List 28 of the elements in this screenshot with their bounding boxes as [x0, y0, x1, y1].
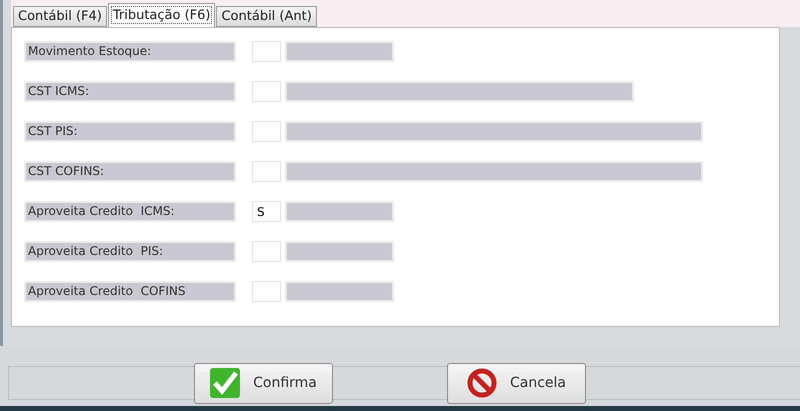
- code-field[interactable]: S: [252, 201, 281, 222]
- description-field[interactable]: [285, 241, 394, 262]
- description-field[interactable]: [285, 41, 394, 62]
- checkmark-icon: [209, 367, 242, 399]
- field-label: Aproveita Credito COFINS: [24, 281, 236, 302]
- description-field[interactable]: [285, 201, 394, 222]
- code-field[interactable]: [252, 81, 281, 102]
- code-field[interactable]: [252, 121, 281, 142]
- description-field[interactable]: [285, 281, 394, 302]
- code-field[interactable]: [252, 241, 281, 262]
- field-label: CST PIS:: [24, 121, 236, 142]
- field-label: CST COFINS:: [24, 161, 236, 182]
- code-field[interactable]: [252, 281, 281, 302]
- tab[interactable]: Tributação (F6): [108, 3, 216, 27]
- prohibited-icon: [466, 367, 498, 399]
- tab[interactable]: Contábil (F4): [13, 6, 107, 27]
- description-field[interactable]: [285, 121, 703, 142]
- code-field[interactable]: [252, 41, 281, 62]
- tab[interactable]: Contábil (Ant): [216, 6, 317, 27]
- confirm-button[interactable]: Confirma: [194, 362, 332, 404]
- description-field[interactable]: [285, 81, 634, 102]
- field-label: CST ICMS:: [24, 81, 236, 102]
- field-label: Movimento Estoque:: [24, 41, 236, 62]
- cancel-button[interactable]: Cancela: [446, 362, 586, 404]
- description-field[interactable]: [285, 161, 703, 182]
- field-label: Aproveita Credito PIS:: [24, 241, 236, 262]
- code-field[interactable]: [252, 161, 281, 182]
- field-label: Aproveita Credito ICMS:: [24, 201, 236, 222]
